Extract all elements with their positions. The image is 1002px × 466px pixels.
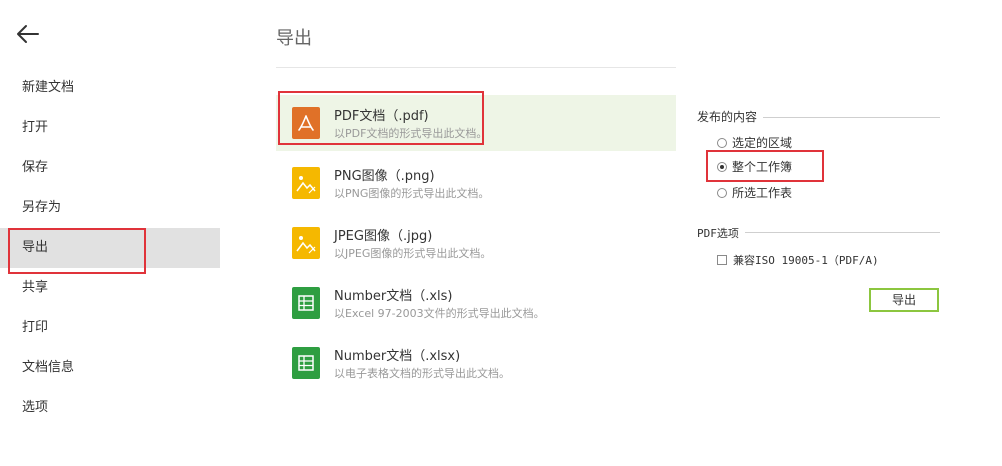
format-name: Number文档（.xls) — [334, 289, 453, 304]
format-desc: 以PNG图像的形式导出此文档。 — [334, 187, 490, 200]
format-item-pdf[interactable]: PDF文档（.pdf) 以PDF文档的形式导出此文档。 — [276, 95, 676, 151]
radio-button[interactable] — [717, 187, 727, 198]
format-desc: 以PDF文档的形式导出此文档。 — [334, 127, 488, 140]
sidebar-item-new[interactable]: 新建文档 — [0, 68, 220, 108]
sidebar-item-print[interactable]: 打印 — [0, 308, 220, 348]
format-desc: 以JPEG图像的形式导出此文档。 — [334, 247, 492, 260]
format-item-jpeg[interactable]: JPEG图像（.jpg) 以JPEG图像的形式导出此文档。 — [276, 215, 676, 271]
back-arrow-icon[interactable] — [14, 22, 42, 46]
format-desc: 以电子表格文档的形式导出此文档。 — [334, 367, 510, 380]
format-item-png[interactable]: PNG图像（.png) 以PNG图像的形式导出此文档。 — [276, 155, 676, 211]
format-desc: 以Excel 97-2003文件的形式导出此文档。 — [334, 307, 545, 320]
sidebar-menu: 新建文档 打开 保存 另存为 导出 共享 打印 文档信息 选项 — [0, 68, 220, 428]
image-icon — [292, 227, 320, 259]
radio-selected-area[interactable]: 选定的区域 — [717, 134, 792, 151]
format-name: PDF文档（.pdf) — [334, 109, 429, 124]
iso-checkbox-row[interactable]: 兼容ISO 19005-1（PDF/A) — [717, 252, 879, 268]
sidebar-item-open[interactable]: 打开 — [0, 108, 220, 148]
image-icon — [292, 167, 320, 199]
radio-whole-workbook[interactable]: 整个工作簿 — [717, 158, 792, 175]
radio-label: 选定的区域 — [732, 136, 793, 150]
iso-label: 兼容ISO 19005-1（PDF/A) — [733, 254, 879, 267]
format-item-xls[interactable]: Number文档（.xls) 以Excel 97-2003文件的形式导出此文档。 — [276, 275, 676, 331]
sidebar-item-doc-info[interactable]: 文档信息 — [0, 348, 220, 388]
export-button[interactable]: 导出 — [869, 288, 939, 312]
sidebar-item-save-as[interactable]: 另存为 — [0, 188, 220, 228]
radio-label: 整个工作簿 — [732, 160, 793, 174]
spreadsheet-icon — [292, 347, 320, 379]
sidebar-item-share[interactable]: 共享 — [0, 268, 220, 308]
sidebar-item-export[interactable]: 导出 — [0, 228, 220, 268]
title-divider — [276, 67, 676, 68]
format-name: JPEG图像（.jpg) — [334, 229, 433, 244]
sidebar-item-options[interactable]: 选项 — [0, 388, 220, 428]
iso-checkbox[interactable] — [717, 255, 727, 265]
page-title: 导出 — [276, 28, 312, 49]
radio-label: 所选工作表 — [732, 186, 793, 200]
pdf-icon — [292, 107, 320, 139]
publish-section-label: 发布的内容 — [697, 108, 764, 125]
radio-selected-sheets[interactable]: 所选工作表 — [717, 184, 792, 201]
format-item-xlsx[interactable]: Number文档（.xlsx) 以电子表格文档的形式导出此文档。 — [276, 335, 676, 391]
radio-button[interactable] — [717, 161, 727, 172]
format-name: Number文档（.xlsx) — [334, 349, 461, 364]
format-list: PDF文档（.pdf) 以PDF文档的形式导出此文档。 PNG图像（.png) … — [276, 95, 676, 395]
radio-button[interactable] — [717, 137, 727, 148]
spreadsheet-icon — [292, 287, 320, 319]
sidebar-item-save[interactable]: 保存 — [0, 148, 220, 188]
format-name: PNG图像（.png) — [334, 169, 435, 184]
pdf-section-label: PDF选项 — [697, 225, 745, 241]
